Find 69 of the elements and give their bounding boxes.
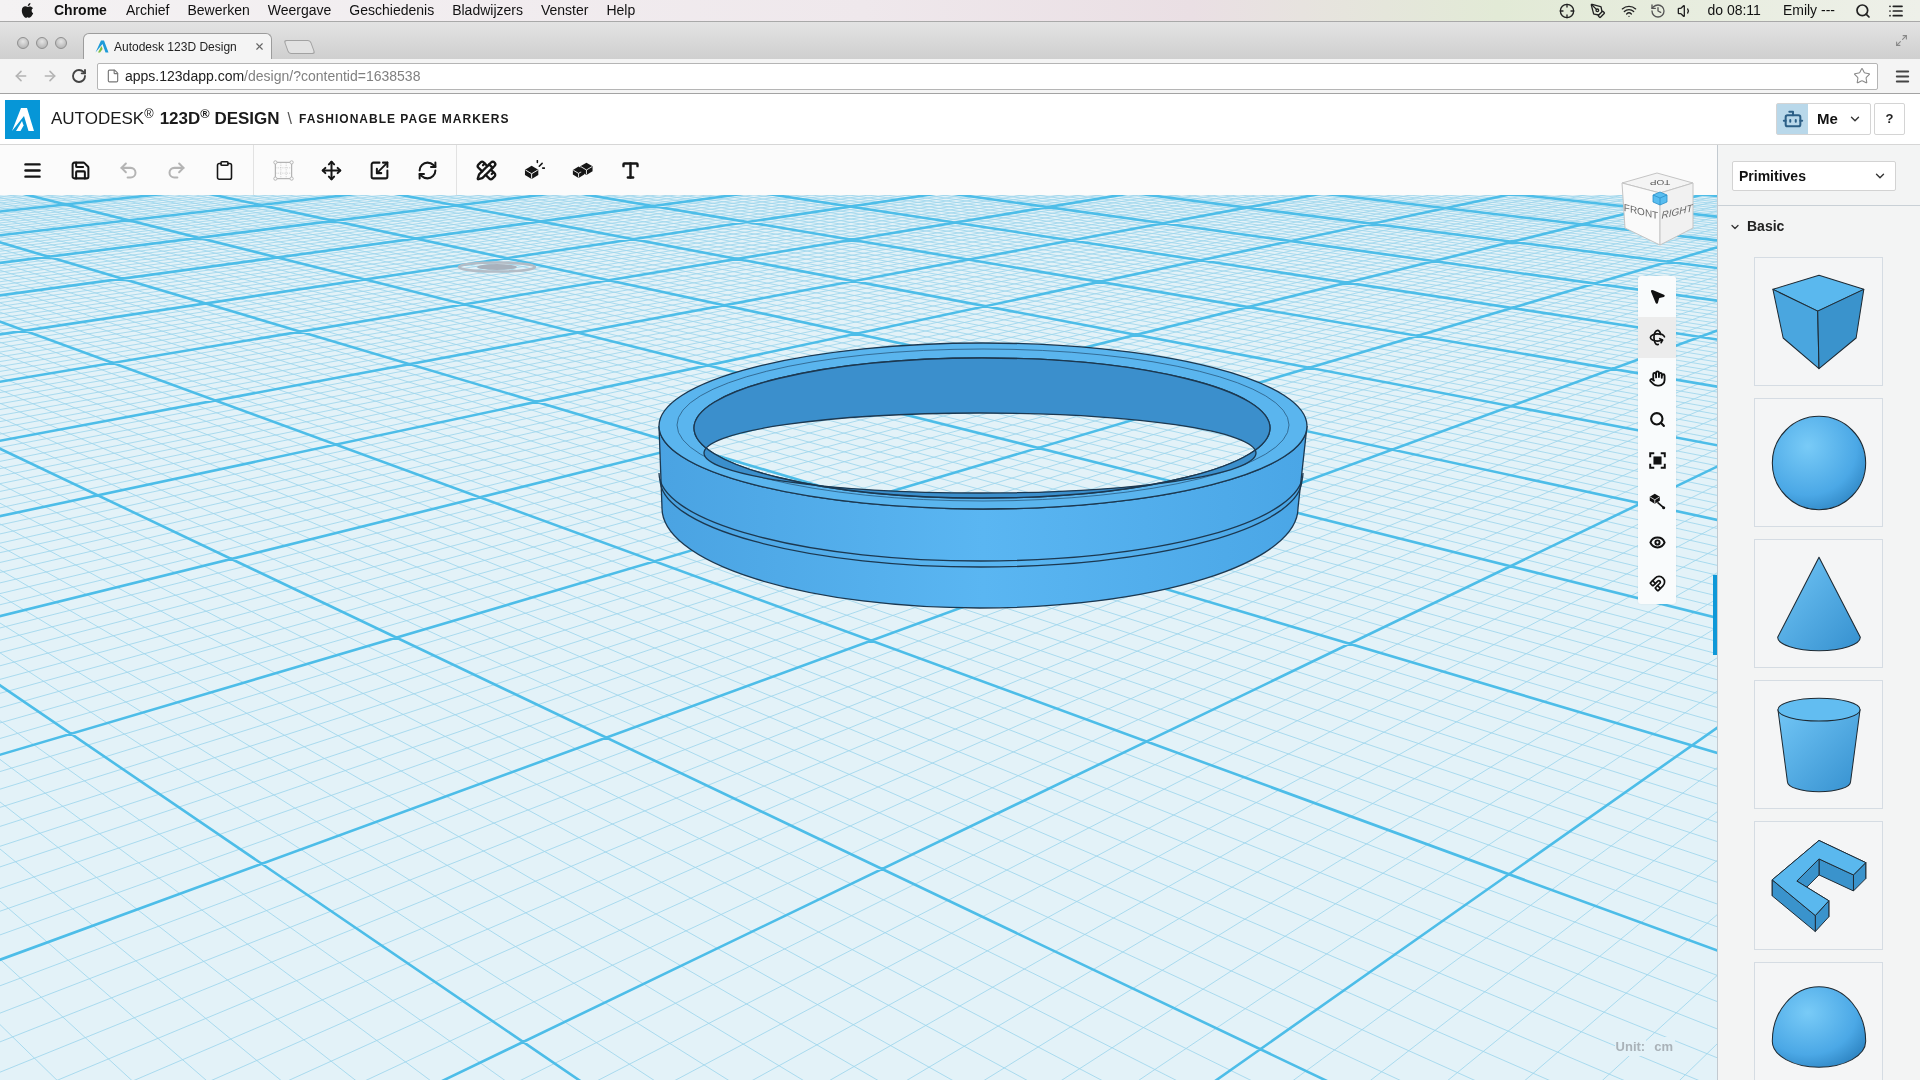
pointer-icon xyxy=(1648,288,1666,305)
brand-name: AUTODESK$^{®}$ xyxy=(51,106,154,131)
angle-bracket-shape-icon xyxy=(1770,837,1867,934)
menu-item[interactable]: Bladwijzers xyxy=(443,0,532,21)
clock-history-icon[interactable] xyxy=(1650,2,1667,19)
cube-handle-icon xyxy=(1648,493,1666,510)
magnifier-icon xyxy=(1648,411,1666,428)
hand-icon xyxy=(1648,370,1666,387)
letter-t-icon xyxy=(619,159,641,181)
orbit-icon xyxy=(1648,329,1666,346)
menu-item[interactable]: Help xyxy=(597,0,645,21)
menu-item[interactable]: Geschiedenis xyxy=(340,0,444,21)
page-icon xyxy=(106,69,120,83)
expand-arrows-icon[interactable] xyxy=(1895,34,1908,47)
section-header[interactable]: Basic xyxy=(1729,216,1785,237)
ring-marker-icon xyxy=(457,261,537,273)
orbit-button[interactable] xyxy=(1638,317,1676,358)
bookmark-star-icon[interactable] xyxy=(1853,67,1871,85)
primitive-tile[interactable] xyxy=(1754,257,1883,386)
menu-bar-clock[interactable]: do 08:11 xyxy=(1707,0,1761,21)
menu-item[interactable]: Archief xyxy=(116,0,179,21)
reload-icon xyxy=(70,68,87,84)
primitive-tile[interactable] xyxy=(1754,680,1883,809)
menu-item[interactable]: Weergave xyxy=(258,0,341,21)
sphere-icon xyxy=(1770,414,1867,511)
breadcrumb-separator: \ xyxy=(287,109,293,129)
bounding-box-icon xyxy=(272,159,294,181)
view-cube[interactable] xyxy=(1621,172,1694,246)
account-button[interactable]: Me xyxy=(1776,103,1871,135)
autodesk-logo-icon[interactable] xyxy=(5,99,40,139)
cube-face-label: FRONT xyxy=(1623,201,1659,222)
magnet-icon xyxy=(1648,575,1666,592)
panel-handle[interactable] xyxy=(1713,575,1717,655)
help-button[interactable]: ? xyxy=(1874,103,1905,135)
menu-item[interactable]: Venster xyxy=(531,0,598,21)
fit-view-icon xyxy=(1648,452,1666,469)
user-name[interactable]: Emily --- xyxy=(1782,0,1835,21)
primitive-tile[interactable] xyxy=(1754,821,1883,950)
product-name: 123D$^{®}$ DESIGN xyxy=(159,106,280,131)
app-menu[interactable]: Chrome xyxy=(44,0,117,21)
save-icon xyxy=(69,159,91,181)
cube-icon xyxy=(1770,273,1867,370)
browser-tab[interactable]: Autodesk 123D Design xyxy=(83,33,272,59)
cube-sparkle-icon xyxy=(523,159,545,181)
eye-icon xyxy=(1648,534,1666,551)
robot-avatar-icon xyxy=(1777,104,1808,134)
primitive-tile[interactable] xyxy=(1754,398,1883,527)
url-field[interactable]: apps.123dapp.com/design/?contentid=1638538 xyxy=(97,62,1878,90)
search-icon[interactable] xyxy=(1855,2,1871,19)
autodesk-favicon-icon xyxy=(95,40,109,53)
pencil-ruler-icon xyxy=(475,159,497,181)
primitive-tile[interactable] xyxy=(1754,962,1883,1080)
apple-logo-icon[interactable] xyxy=(21,3,34,18)
scale-arrow-icon xyxy=(368,159,390,181)
tab-title: Autodesk 123D Design xyxy=(114,38,237,56)
crosshair-icon[interactable] xyxy=(1559,2,1576,19)
menu-item[interactable]: Bewerken xyxy=(178,0,259,21)
library-dropdown[interactable]: Primitives xyxy=(1732,161,1896,191)
rotate-arrows-icon xyxy=(416,159,438,181)
pen-icon[interactable] xyxy=(1590,2,1607,19)
project-title: FASHIONABLE PAGE MARKERS xyxy=(299,111,510,128)
url-text: apps.123dapp.com/design/?contentid=1638538 xyxy=(125,66,421,86)
close-tab-icon[interactable] xyxy=(254,41,265,52)
cube-face-label: RIGHT xyxy=(1661,202,1693,221)
cube-face-label: TOP xyxy=(1649,177,1671,187)
list-icon[interactable] xyxy=(1888,2,1904,19)
primitive-tile[interactable] xyxy=(1754,539,1883,668)
four-way-arrow-icon xyxy=(320,159,342,181)
cube-icon[interactable] xyxy=(1652,191,1668,206)
